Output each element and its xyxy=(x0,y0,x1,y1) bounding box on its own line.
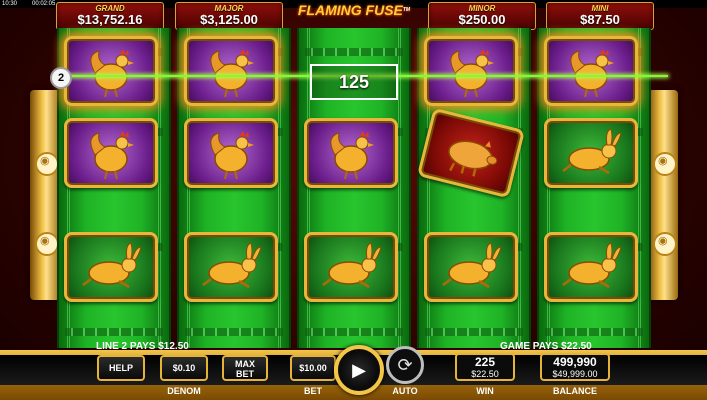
golden-rabbit-icon xyxy=(424,232,518,302)
game-stage: 10:30 00:02:05 GRAND $13,752.16 MAJOR $3… xyxy=(0,0,707,400)
denom-button[interactable]: $0.10 xyxy=(160,355,208,381)
golden-rooster-icon xyxy=(184,36,278,106)
logo-title: FLAMING FUSETM xyxy=(297,2,411,18)
golden-rooster-icon xyxy=(64,36,158,106)
bet-label: BET xyxy=(304,386,322,396)
lantern-knob-icon xyxy=(653,152,677,176)
balance-cash: $49,999.00 xyxy=(552,369,598,379)
golden-rabbit-icon xyxy=(544,118,638,188)
help-button-label: HELP xyxy=(108,363,133,373)
max-bet-button[interactable]: MAX BET xyxy=(222,355,268,381)
left-lantern-pillar xyxy=(30,90,60,300)
payline-number-marker: 2 xyxy=(50,67,72,89)
lantern-knob-icon xyxy=(653,232,677,256)
balance-credits: 499,990 xyxy=(553,355,597,369)
lantern-knob-icon xyxy=(35,152,59,176)
session-timer: 00:02:05 xyxy=(32,1,56,7)
jackpot-mini: MINI $87.50 xyxy=(546,2,654,30)
reel-pattern-band xyxy=(185,328,283,336)
bet-button[interactable]: $10.00 xyxy=(290,355,336,381)
lantern-knob-icon xyxy=(35,232,59,256)
reel-pattern-band xyxy=(305,48,403,56)
jackpot-minor-value: $250.00 xyxy=(458,12,506,27)
reel-pattern-band xyxy=(425,328,523,336)
win-meter: 225 $22.50 xyxy=(455,353,515,381)
spin-button[interactable]: ▶ xyxy=(334,345,384,395)
help-button[interactable]: HELP xyxy=(97,355,145,381)
jackpot-minor: MINOR $250.00 xyxy=(428,2,536,30)
right-lantern-pillar xyxy=(648,90,678,300)
denom-value: $0.10 xyxy=(172,363,196,373)
win-label: WIN xyxy=(476,386,494,396)
jackpot-mini-value: $87.50 xyxy=(580,12,620,27)
reel-pattern-band xyxy=(545,328,643,336)
reel-pattern-band xyxy=(305,328,403,336)
jackpot-major-value: $3,125.00 xyxy=(200,12,258,27)
golden-rooster-icon xyxy=(424,36,518,106)
golden-rabbit-icon xyxy=(64,232,158,302)
jackpot-grand-value: $13,752.16 xyxy=(77,12,143,27)
golden-rabbit-icon xyxy=(544,232,638,302)
bet-value: $10.00 xyxy=(299,363,327,373)
autoplay-button[interactable]: ⟳ xyxy=(386,346,424,384)
reel-pattern-band xyxy=(65,328,163,336)
win-cash: $22.50 xyxy=(471,369,499,379)
jackpot-major: MAJOR $3,125.00 xyxy=(175,2,283,30)
clock: 10:30 xyxy=(2,1,18,7)
golden-rooster-icon xyxy=(184,118,278,188)
max-bet-label-line1: MAX xyxy=(235,359,255,369)
jackpot-grand: GRAND $13,752.16 xyxy=(56,2,164,30)
win-amount-display: 125 xyxy=(338,72,370,92)
golden-rabbit-icon xyxy=(184,232,278,302)
golden-rabbit-icon xyxy=(304,232,398,302)
balance-label: BALANCE xyxy=(553,386,597,396)
golden-rooster-icon xyxy=(544,36,638,106)
golden-rooster-icon xyxy=(64,118,158,188)
balance-meter: 499,990 $49,999.00 xyxy=(540,353,610,381)
max-bet-label-line2: BET xyxy=(236,369,254,379)
autoplay-icon: ⟳ xyxy=(397,355,413,375)
golden-rooster-icon xyxy=(304,118,398,188)
play-icon: ▶ xyxy=(352,360,366,380)
auto-label: AUTO xyxy=(392,386,418,396)
win-credits: 225 xyxy=(474,355,496,369)
denom-label: DENOM xyxy=(167,386,201,396)
